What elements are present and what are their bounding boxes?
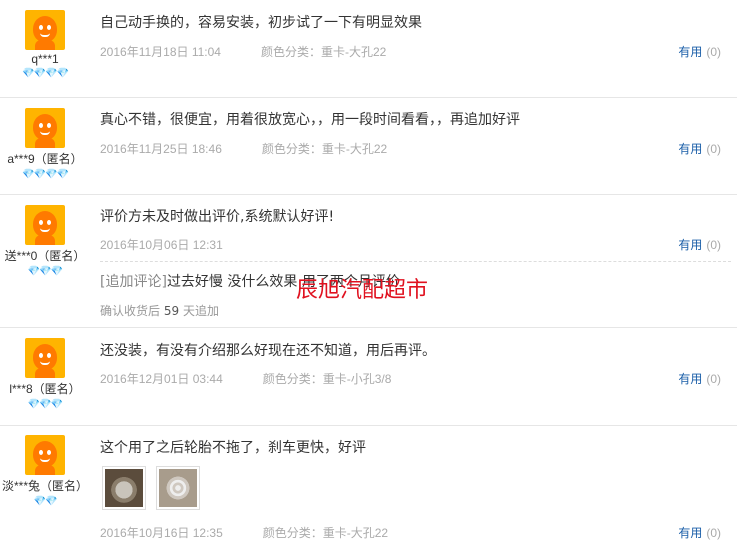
review-sku: 颜色分类：重卡-小孔3/8 (262, 372, 392, 386)
useful-count: (0) (706, 45, 721, 59)
review-meta: 2016年11月25日 18:46 颜色分类：重卡-大孔22 (100, 140, 387, 157)
reviewer-info: a***9（匿名） 💎💎💎💎 (0, 108, 90, 181)
review-meta: 2016年11月18日 11:04 颜色分类：重卡-大孔22 (100, 43, 386, 60)
useful-count: (0) (706, 526, 721, 540)
rating-hearts-icon: 💎💎 (33, 496, 58, 507)
reviewer-name: l***8（匿名） (9, 382, 81, 396)
rating-hearts-icon: 💎💎💎💎 (22, 68, 69, 79)
followup-meta: 确认收货后 59 天追加 (100, 304, 219, 318)
review-meta: 2016年10月06日 12:31 (100, 236, 223, 253)
review-meta: 2016年10月16日 12:35 颜色分类：重卡-大孔22 (100, 524, 388, 541)
review-text: 自己动手换的，容易安装，初步试了一下有明显效果 (100, 15, 422, 31)
review-text: 这个用了之后轮胎不拖了，刹车更快，好评 (100, 440, 366, 456)
review-date: 2016年10月16日 12:35 (100, 526, 223, 540)
store-watermark: 辰旭汽配超市 (296, 278, 429, 303)
review-item: q***1 💎💎💎💎 自己动手换的，容易安装，初步试了一下有明显效果 2016年… (0, 0, 737, 98)
avatar[interactable] (25, 338, 65, 378)
review-item: 送***0（匿名） 💎💎💎 评价方未及时做出评价,系统默认好评! 2016年10… (0, 195, 737, 328)
useful-button[interactable]: 有用 (0) (678, 140, 721, 157)
useful-button[interactable]: 有用 (0) (678, 370, 721, 387)
useful-label[interactable]: 有用 (678, 372, 702, 386)
review-sku: 颜色分类：重卡-大孔22 (261, 142, 388, 156)
useful-label[interactable]: 有用 (678, 238, 702, 252)
followup-days: 59 (163, 304, 180, 318)
review-text: 还没装，有没有介绍那么好现在还不知道，用后再评。 (100, 343, 436, 359)
reviewer-info: q***1 💎💎💎💎 (0, 10, 90, 80)
reviewer-name: a***9（匿名） (7, 152, 83, 166)
rating-hearts-icon: 💎💎💎 (27, 266, 63, 277)
useful-count: (0) (706, 372, 721, 386)
reviewer-name: 淡***兔（匿名） (1, 479, 88, 493)
reviewer-info: 淡***兔（匿名） 💎💎 (0, 435, 90, 508)
useful-label[interactable]: 有用 (678, 45, 702, 59)
review-date: 2016年11月25日 18:46 (100, 142, 222, 156)
review-text: 真心不错，很便宜，用着很放宽心，，用一段时间看看，，再追加好评 (100, 112, 520, 128)
reviewer-name: 送***0（匿名） (4, 249, 86, 263)
review-item: 淡***兔（匿名） 💎💎 这个用了之后轮胎不拖了，刹车更快，好评 2016年10… (0, 426, 737, 546)
useful-label[interactable]: 有用 (678, 142, 702, 156)
followup-tag: [追加评论] (100, 274, 167, 290)
review-photo-thumbnail[interactable] (156, 466, 200, 510)
review-item: a***9（匿名） 💎💎💎💎 真心不错，很便宜，用着很放宽心，，用一段时间看看，… (0, 98, 737, 195)
reviewer-name: q***1 (31, 52, 59, 66)
reviewer-info: 送***0（匿名） 💎💎💎 (0, 205, 90, 278)
avatar[interactable] (25, 435, 65, 475)
rating-hearts-icon: 💎💎💎 (27, 399, 63, 410)
avatar[interactable] (25, 205, 65, 245)
review-item: l***8（匿名） 💎💎💎 还没装，有没有介绍那么好现在还不知道，用后再评。 2… (0, 328, 737, 426)
review-sku: 颜色分类：重卡-大孔22 (260, 45, 387, 59)
review-date: 2016年12月01日 03:44 (100, 372, 223, 386)
useful-count: (0) (706, 142, 721, 156)
review-date: 2016年11月18日 11:04 (100, 45, 221, 59)
review-meta: 2016年12月01日 03:44 颜色分类：重卡-小孔3/8 (100, 370, 391, 387)
useful-button[interactable]: 有用 (0) (678, 524, 721, 541)
avatar[interactable] (25, 10, 65, 50)
avatar[interactable] (25, 108, 65, 148)
review-text: 评价方未及时做出评价,系统默认好评! (100, 209, 335, 225)
review-date: 2016年10月06日 12:31 (100, 238, 223, 252)
useful-label[interactable]: 有用 (678, 526, 702, 540)
review-sku: 颜色分类：重卡-大孔22 (262, 526, 389, 540)
rating-hearts-icon: 💎💎💎💎 (22, 169, 69, 180)
useful-count: (0) (706, 238, 721, 252)
review-photo-thumbnail[interactable] (102, 466, 146, 510)
useful-button[interactable]: 有用 (0) (678, 43, 721, 60)
reviewer-info: l***8（匿名） 💎💎💎 (0, 338, 90, 411)
followup-divider (100, 261, 731, 262)
useful-button[interactable]: 有用 (0) (678, 236, 721, 253)
